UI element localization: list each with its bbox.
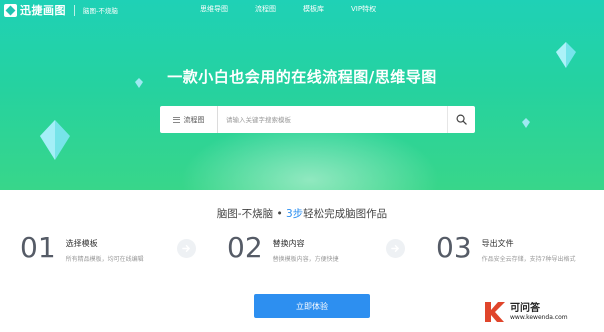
nav-templates[interactable]: 模板库 — [303, 4, 324, 14]
watermark: 可问答 www.kewenda.com — [482, 300, 568, 324]
gem-left-decoration — [40, 120, 70, 160]
gem-right-decoration — [556, 42, 576, 68]
step-desc: 所有精品模板，均可在线编辑 — [65, 256, 144, 263]
step-number: 02 — [227, 231, 263, 264]
step-desc: 替换模板内容，方便快捷 — [272, 256, 339, 263]
step-desc: 作品安全云存储，支持7种导出格式 — [481, 256, 576, 263]
step-title: 选择模板 — [65, 239, 98, 248]
watermark-k-logo — [485, 302, 505, 322]
arrow-icon — [386, 239, 405, 258]
nav-flowchart[interactable]: 流程图 — [255, 4, 276, 14]
site-slogan: 脑图-不烧脑 — [83, 7, 118, 15]
tagline-prefix: 脑图-不烧脑 • — [216, 208, 286, 220]
search-type-dropdown[interactable]: 流程图 — [160, 106, 218, 133]
watermark-title: 可问答 — [510, 302, 540, 314]
step-number: 03 — [436, 231, 472, 264]
logo-divider — [74, 4, 75, 16]
menu-icon — [172, 116, 180, 123]
step-title: 导出文件 — [481, 239, 514, 248]
try-now-button[interactable]: 立即体验 — [254, 294, 370, 318]
search-input[interactable] — [218, 106, 447, 133]
logo[interactable]: 迅捷画图 — [4, 2, 66, 18]
search-type-label: 流程图 — [183, 115, 205, 124]
logo-icon — [4, 3, 17, 17]
step-title: 替换内容 — [272, 239, 305, 248]
step-2: 02 替换内容 替换模板内容，方便快捷 — [227, 231, 339, 264]
tagline-number: 3步 — [285, 208, 304, 220]
nav-mind-map[interactable]: 思维导图 — [200, 4, 228, 14]
hero-headline: 一款小白也会用的在线流程图/思维导图 — [167, 68, 437, 86]
tagline-suffix: 轻松完成脑图作品 — [303, 208, 388, 220]
search-bar: 流程图 — [160, 106, 475, 133]
arrow-icon — [177, 239, 196, 258]
step-number: 01 — [20, 231, 56, 264]
steps-tagline: 脑图-不烧脑 • 3步轻松完成脑图作品 — [0, 206, 604, 221]
gem-small-decoration-2 — [522, 118, 530, 128]
nav-vip[interactable]: VIP特权 — [351, 4, 376, 14]
watermark-url: www.kewenda.com — [510, 313, 568, 321]
hero-banner: 迅捷画图 脑图-不烧脑 思维导图 流程图 模板库 VIP特权 一款小白也会用的在… — [0, 0, 604, 190]
step-3: 03 导出文件 作品安全云存储，支持7种导出格式 — [436, 231, 576, 264]
main-nav: 思维导图 流程图 模板库 VIP特权 — [200, 4, 403, 14]
search-icon — [456, 114, 467, 125]
step-1: 01 选择模板 所有精品模板，均可在线编辑 — [20, 231, 144, 264]
search-button[interactable] — [447, 106, 475, 133]
logo-text: 迅捷画图 — [20, 4, 66, 17]
